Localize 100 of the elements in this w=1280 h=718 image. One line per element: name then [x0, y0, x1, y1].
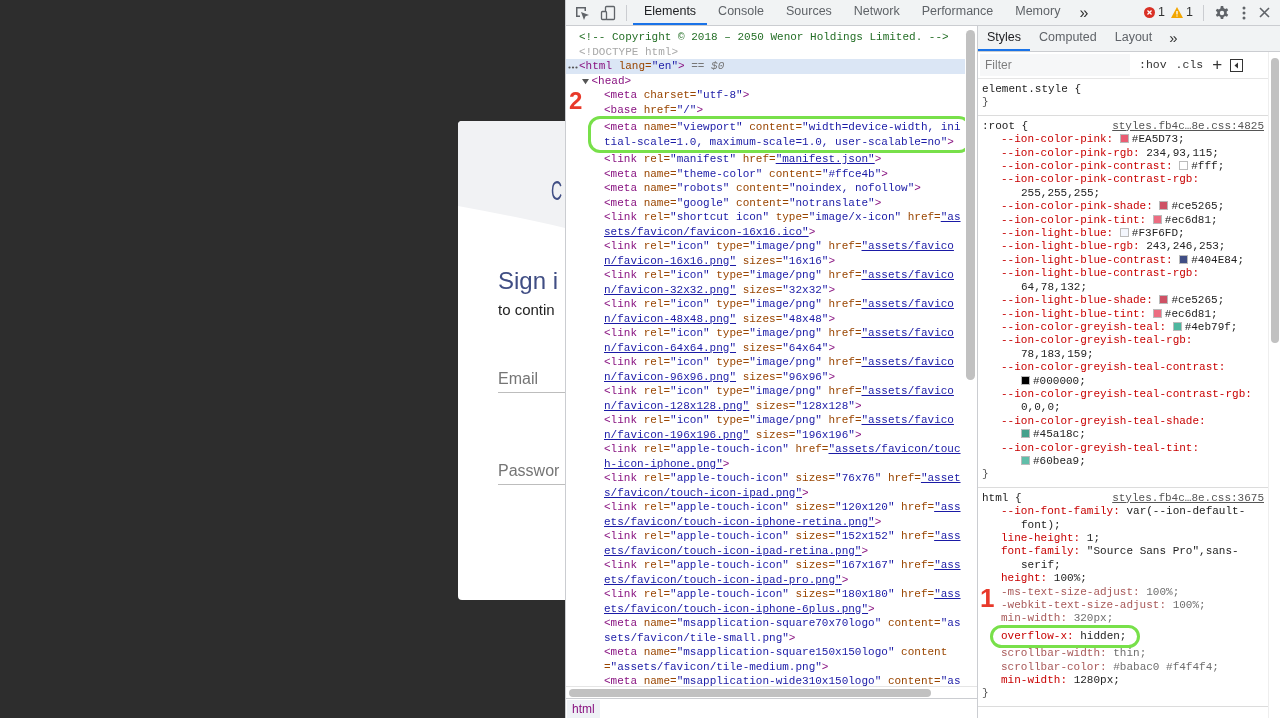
css-declaration[interactable]: --ion-font-family: var(--ion-default-font); — [1001, 505, 1264, 532]
dom-node-line[interactable]: <link rel="apple-touch-icon" sizes="76x76" href="assets/favicon/touch-icon-ipad.png"> — [604, 471, 966, 500]
devtools-tab[interactable]: Console — [707, 0, 775, 25]
new-rule-button[interactable]: + — [1212, 52, 1223, 78]
dom-node-line[interactable]: <link rel="shortcut icon" type="image/x-icon" href="assets/favicon/favicon-16x16.ico"> — [604, 210, 966, 239]
dom-node-line[interactable]: <!-- Copyright © 2018 – 2050 Wenor Holdings Limited. --> — [579, 30, 966, 45]
dom-node-line[interactable]: <link rel="apple-touch-icon" sizes="152x152" href="assets/favicon/touch-icon-ipad-retina.png"> — [604, 529, 966, 558]
dom-node-line[interactable]: <meta name="robots" content="noindex, nofollow"> — [604, 181, 966, 196]
dom-node-line[interactable]: <link rel="icon" type="image/png" href="assets/favicon/favicon-64x64.png" sizes="64x64"> — [604, 326, 966, 355]
color-swatch[interactable] — [1021, 429, 1030, 439]
dom-node-line[interactable]: <meta name="google" content="notranslate"> — [604, 195, 966, 210]
css-declaration[interactable]: --ion-color-greyish-teal-shade: #45a18c; — [1001, 414, 1264, 442]
devtools-tab[interactable]: Performance — [910, 0, 1005, 25]
css-declaration[interactable]: overflow-x: hidden; — [1001, 629, 1264, 644]
dom-node-line[interactable]: <link rel="apple-touch-icon" href="assets/favicon/touch-icon-iphone.png"> — [604, 442, 966, 471]
devtools-tab[interactable]: Network — [842, 0, 911, 25]
dom-node-line[interactable]: <meta name="msapplication-wide310x150logo" content="as — [604, 674, 966, 686]
css-declaration[interactable]: height: 100%; — [1001, 572, 1264, 586]
color-swatch[interactable] — [1159, 295, 1169, 305]
color-swatch[interactable] — [1159, 201, 1169, 211]
css-declaration[interactable]: --ion-light-blue-contrast: #404E84; — [1001, 253, 1264, 268]
color-swatch[interactable] — [1021, 455, 1030, 465]
inspect-icon[interactable] — [574, 4, 590, 21]
css-declaration[interactable]: --ion-color-pink-shade: #ce5265; — [1001, 200, 1264, 214]
css-declaration[interactable]: --ion-color-pink: #EA5D73; — [1001, 133, 1264, 147]
dom-node-line[interactable]: <link rel="icon" type="image/png" href="assets/favicon/favicon-16x16.png" sizes="16x16"> — [604, 239, 966, 268]
dom-node-line[interactable]: <meta name="theme-color" content="#ffce4b"> — [604, 166, 966, 181]
expand-arrow-icon[interactable] — [581, 77, 589, 85]
css-declaration[interactable]: --ion-light-blue-contrast-rgb: 64,78,132; — [1001, 267, 1264, 295]
css-declaration[interactable]: --ion-light-blue-rgb: 243,246,253; — [1001, 240, 1264, 254]
sidebar-toggle-icon[interactable] — [1230, 58, 1244, 72]
dom-node-line[interactable]: <meta charset="utf-8"> — [604, 88, 966, 103]
device-icon[interactable] — [600, 4, 616, 21]
devtools-tab[interactable]: Sources — [775, 0, 843, 25]
dom-node-line[interactable]: <link rel="icon" type="image/png" href="assets/favicon/favicon-196x196.png" sizes="196x196"> — [604, 413, 966, 442]
devtools-tab[interactable]: Memory — [1004, 0, 1072, 25]
stylesheet-link[interactable]: styles.fb4c…8e.css:3675 — [1112, 491, 1264, 506]
color-swatch[interactable] — [1179, 254, 1189, 264]
dom-node-line[interactable]: <meta name="viewport" content="width=device-width, initial-scale=1.0, maximum-scale=1.0, user-scalable=no"> — [604, 120, 966, 149]
more-tabs-button[interactable]: » — [1071, 0, 1097, 25]
class-toggle-button[interactable]: .cls — [1175, 56, 1204, 74]
css-declaration[interactable]: --ion-color-pink-rgb: 234,93,115; — [1001, 146, 1264, 161]
css-declaration[interactable]: font-family: "Source Sans Pro",sans-serif; — [1001, 545, 1264, 573]
css-declaration[interactable]: --ion-color-pink-contrast-rgb: 255,255,255; — [1001, 173, 1264, 201]
dom-node-line[interactable]: <meta name="msapplication-square150x150logo" content="assets/favicon/tile-medium.png"> — [604, 645, 966, 674]
css-declaration[interactable]: --ion-light-blue: #F3F6FD; — [1001, 227, 1264, 241]
dom-node-line[interactable]: <link rel="icon" type="image/png" href="assets/favicon/favicon-128x128.png" sizes="128x128"> — [604, 384, 966, 413]
css-declaration[interactable]: scrollbar-width: thin; — [1001, 647, 1264, 661]
css-declaration[interactable]: --ion-color-greyish-teal: #4eb79f; — [1001, 320, 1264, 335]
settings-icon[interactable] — [1214, 4, 1230, 21]
css-declaration[interactable]: --ion-color-greyish-teal-contrast: #000000; — [1001, 361, 1264, 388]
hover-state-button[interactable]: :hov — [1139, 56, 1167, 74]
css-declaration[interactable]: --ion-color-greyish-teal-tint: #60bea9; — [1001, 441, 1264, 469]
css-declaration[interactable]: --ion-color-greyish-teal-rgb: 78,183,159; — [1001, 334, 1264, 362]
color-swatch[interactable] — [1119, 134, 1129, 144]
css-declaration[interactable]: -ms-text-size-adjust: 100%; — [1001, 585, 1264, 600]
dom-node-line[interactable]: <link rel="apple-touch-icon" sizes="167x167" href="assets/favicon/touch-icon-ipad-pro.png"> — [604, 558, 966, 587]
styles-tab[interactable]: Styles — [978, 26, 1031, 51]
css-declaration[interactable]: scrollbar-color: #babac0 #f4f4f4; — [1001, 660, 1264, 675]
dom-node-line[interactable]: <meta name="msapplication-square70x70logo" content="assets/favicon/tile-small.png"> — [604, 616, 966, 645]
input-field[interactable]: Email — [498, 365, 565, 393]
stylesheet-link[interactable]: styles.fb4c…8e.css:4825 — [1112, 119, 1264, 134]
dom-node-line[interactable]: <link rel="manifest" href="manifest.json"> — [604, 152, 966, 167]
close-icon[interactable] — [1259, 7, 1270, 18]
color-swatch[interactable] — [1021, 375, 1030, 385]
error-count[interactable]: 1 — [1144, 3, 1166, 22]
dom-node-line[interactable]: <base href="/"> — [604, 102, 966, 117]
more-tabs-button[interactable]: » — [1161, 27, 1186, 50]
dom-node-line[interactable]: <link rel="icon" type="image/png" href="assets/favicon/favicon-96x96.png" sizes="96x96"> — [604, 355, 966, 384]
css-declaration[interactable]: --ion-color-pink-contrast: #fff; — [1001, 160, 1264, 174]
css-declaration[interactable]: --ion-light-blue-shade: #ce5265; — [1001, 294, 1264, 308]
color-swatch[interactable] — [1172, 321, 1182, 331]
color-swatch[interactable] — [1152, 308, 1162, 318]
horizontal-scrollbar[interactable] — [569, 689, 931, 697]
css-declaration[interactable]: line-height: 1; — [1001, 532, 1264, 546]
css-declaration[interactable]: --ion-color-pink-tint: #ec6d81; — [1001, 213, 1264, 228]
color-swatch[interactable] — [1119, 228, 1129, 238]
css-declaration[interactable]: min-width: 320px; — [1001, 612, 1264, 626]
styles-tab[interactable]: Layout — [1105, 26, 1162, 51]
breadcrumb-item[interactable]: html — [567, 699, 600, 718]
css-declaration[interactable]: --ion-light-blue-tint: #ec6d81; — [1001, 307, 1264, 321]
color-swatch[interactable] — [1179, 161, 1189, 171]
vertical-scrollbar[interactable] — [966, 30, 976, 380]
dom-node-line[interactable]: <link rel="apple-touch-icon" sizes="180x180" href="assets/favicon/touch-icon-iphone-6plus.png"> — [604, 587, 966, 616]
vertical-scrollbar[interactable] — [1271, 58, 1279, 343]
css-declaration[interactable]: min-width: 1280px; — [1001, 674, 1264, 688]
dom-node-line[interactable]: <link rel="icon" type="image/png" href="assets/favicon/favicon-48x48.png" sizes="48x48"> — [604, 297, 966, 326]
dom-node-line[interactable]: <link rel="icon" type="image/png" href="assets/favicon/favicon-32x32.png" sizes="32x32"> — [604, 268, 966, 297]
ellipsis-icon[interactable] — [568, 66, 578, 69]
dom-node-line[interactable]: <link rel="apple-touch-icon" sizes="120x120" href="assets/favicon/touch-icon-iphone-retina.png"> — [604, 500, 966, 529]
css-declaration[interactable]: --ion-color-greyish-teal-contrast-rgb: 0,0,0; — [1001, 387, 1264, 415]
css-declaration[interactable]: -webkit-text-size-adjust: 100%; — [1001, 599, 1264, 613]
devtools-tab[interactable]: Elements — [633, 0, 708, 25]
dom-node-line[interactable]: <head> — [591, 73, 966, 88]
more-options-icon[interactable] — [1242, 5, 1246, 20]
filter-field[interactable]: Filter — [980, 54, 1130, 76]
styles-tab[interactable]: Computed — [1030, 26, 1106, 51]
input-field[interactable]: Passwor — [498, 457, 565, 485]
color-swatch[interactable] — [1152, 214, 1162, 224]
warning-count[interactable]: 1 — [1171, 3, 1193, 22]
